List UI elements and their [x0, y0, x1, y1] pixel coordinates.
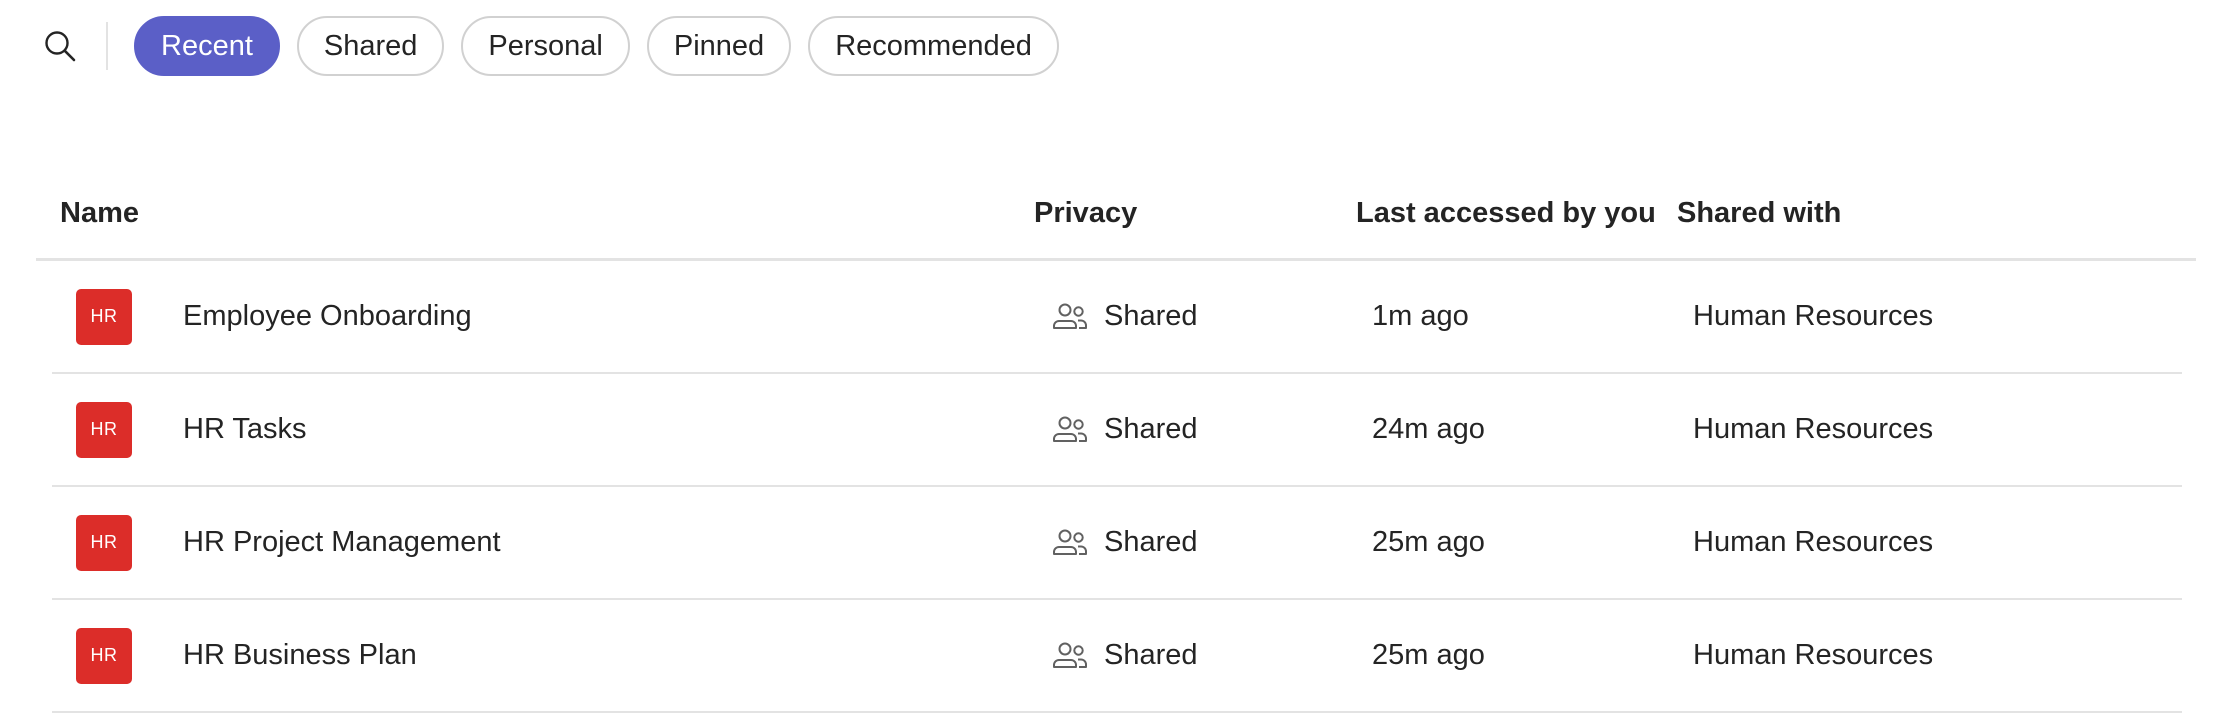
plan-avatar: HR — [76, 288, 132, 345]
privacy-label: Shared — [1104, 526, 1198, 558]
privacy-cell: Shared — [1050, 374, 1198, 485]
people-icon — [1050, 523, 1090, 563]
filter-chip-shared[interactable]: Shared — [296, 16, 445, 76]
table-row[interactable]: HR HR Project Management Shared 25m ago … — [52, 487, 2182, 600]
last-accessed-cell: 24m ago — [1372, 413, 1485, 445]
filter-chip-recent[interactable]: Recent — [134, 16, 280, 76]
shared-with-cell: Human Resources — [1693, 413, 1934, 445]
table-row[interactable]: HR Employee Onboarding Shared 1m ago Hum… — [52, 261, 2182, 374]
privacy-cell: Shared — [1050, 261, 1198, 372]
search-divider — [106, 22, 108, 70]
column-header-name[interactable]: Name — [60, 168, 139, 258]
privacy-cell: Shared — [1050, 487, 1198, 598]
table-row[interactable]: HR HR Tasks Shared 24m ago Human Resourc… — [52, 374, 2182, 487]
filter-chip-personal[interactable]: Personal — [461, 16, 630, 76]
search-icon — [45, 31, 76, 62]
privacy-cell: Shared — [1050, 600, 1198, 711]
plan-avatar: HR — [76, 627, 132, 684]
column-header-last-accessed[interactable]: Last accessed by you — [1356, 168, 1656, 258]
shared-with-cell: Human Resources — [1693, 526, 1934, 558]
people-icon — [1050, 410, 1090, 450]
plan-name[interactable]: HR Business Plan — [183, 600, 417, 711]
filter-bar: Recent Shared Personal Pinned Recommende… — [40, 14, 1059, 78]
privacy-label: Shared — [1104, 639, 1198, 671]
plan-name[interactable]: HR Tasks — [183, 374, 307, 485]
plan-name[interactable]: Employee Onboarding — [183, 261, 472, 372]
privacy-label: Shared — [1104, 413, 1198, 445]
table-header: Name Privacy Last accessed by you Shared… — [36, 168, 2196, 261]
shared-with-cell: Human Resources — [1693, 300, 1934, 332]
people-icon — [1050, 297, 1090, 337]
plan-avatar: HR — [76, 401, 132, 458]
privacy-label: Shared — [1104, 300, 1198, 332]
filter-chips: Recent Shared Personal Pinned Recommende… — [134, 16, 1059, 76]
table-row[interactable]: HR HR Business Plan Shared 25m ago Human… — [52, 600, 2182, 713]
search-button[interactable] — [40, 18, 80, 74]
shared-with-cell: Human Resources — [1693, 639, 1934, 671]
last-accessed-cell: 25m ago — [1372, 526, 1485, 558]
plan-avatar: HR — [76, 514, 132, 571]
plan-name[interactable]: HR Project Management — [183, 487, 501, 598]
column-header-shared-with[interactable]: Shared with — [1677, 168, 1841, 258]
filter-chip-pinned[interactable]: Pinned — [646, 16, 792, 76]
plans-table: Name Privacy Last accessed by you Shared… — [36, 168, 2196, 713]
filter-chip-recommended[interactable]: Recommended — [808, 16, 1059, 76]
column-header-privacy[interactable]: Privacy — [1034, 168, 1137, 258]
last-accessed-cell: 1m ago — [1372, 300, 1469, 332]
last-accessed-cell: 25m ago — [1372, 639, 1485, 671]
people-icon — [1050, 636, 1090, 676]
